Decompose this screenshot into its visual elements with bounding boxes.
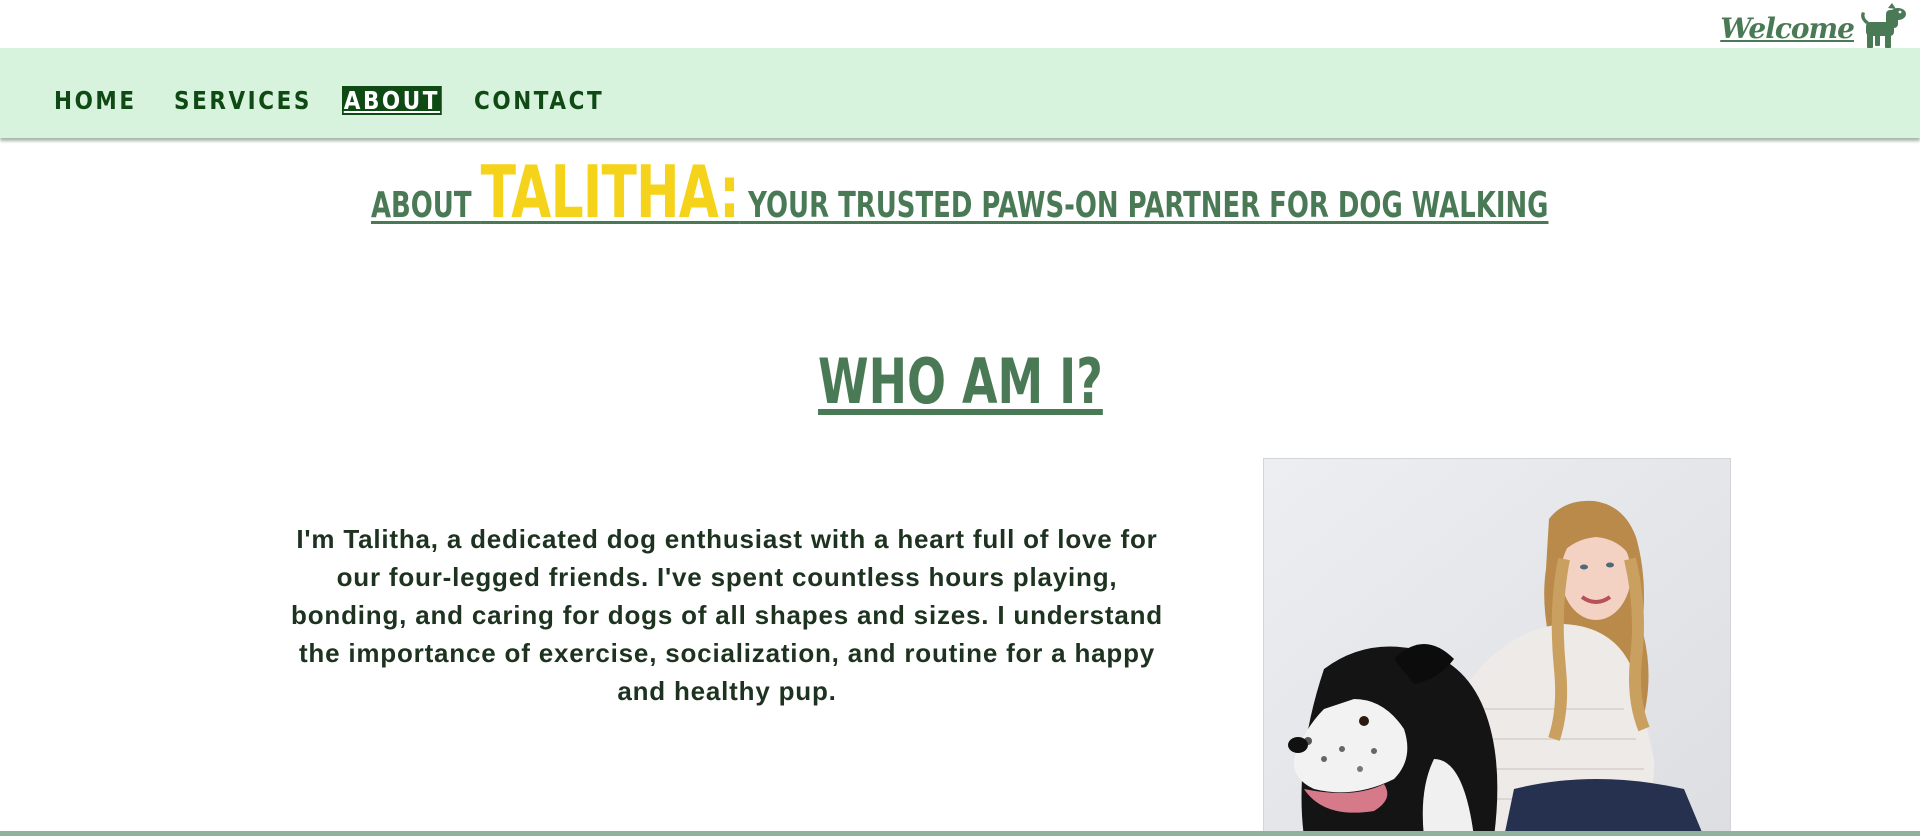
welcome-link[interactable]: Welcome xyxy=(1720,12,1855,45)
nav-home[interactable]: HOME xyxy=(54,86,137,115)
main-nav: HOME SERVICES ABOUT CONTACT xyxy=(0,48,1920,138)
profile-photo xyxy=(1263,458,1731,836)
footer-divider xyxy=(0,831,1920,836)
headline-name: TALITHA: xyxy=(480,150,740,234)
photo-illustration xyxy=(1264,459,1730,835)
dog-icon[interactable] xyxy=(1856,2,1910,50)
nav-services[interactable]: SERVICES xyxy=(174,86,312,115)
bio-text: I'm Talitha, a dedicated dog enthusiast … xyxy=(291,524,1163,706)
welcome-bar: Welcome xyxy=(0,0,1920,48)
section-title: WHO AM I? xyxy=(0,345,1920,418)
headline-suffix: YOUR TRUSTED PAWS-ON PARTNER FOR DOG WAL… xyxy=(739,185,1549,226)
nav-contact[interactable]: CONTACT xyxy=(474,86,604,115)
page-headline: ABOUT TALITHA: YOUR TRUSTED PAWS-ON PART… xyxy=(0,150,1920,234)
section-title-text: WHO AM I? xyxy=(817,345,1103,418)
nav-about[interactable]: ABOUT xyxy=(342,86,442,115)
headline-prefix: ABOUT xyxy=(371,185,481,226)
